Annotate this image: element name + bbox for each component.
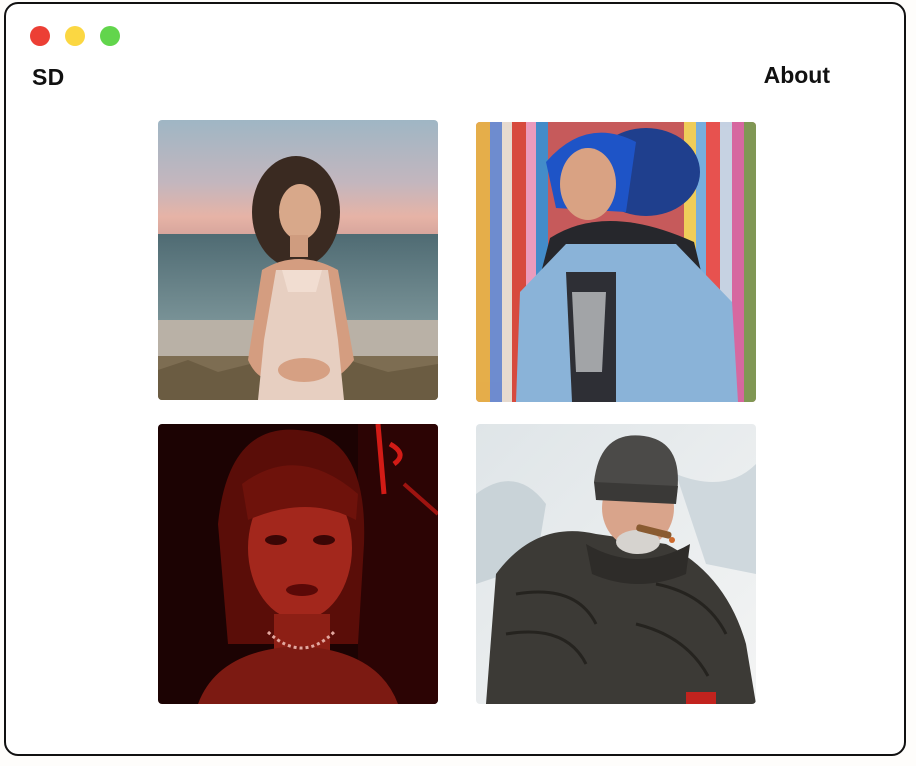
- winter-portrait-image: [476, 424, 756, 704]
- maximize-window-button[interactable]: [100, 26, 120, 46]
- minimize-window-button[interactable]: [65, 26, 85, 46]
- nav-about-link[interactable]: About: [764, 62, 830, 89]
- close-window-button[interactable]: [30, 26, 50, 46]
- gallery-photo-winter[interactable]: [476, 424, 756, 704]
- denim-portrait-image: [476, 122, 756, 402]
- gallery-photo-red[interactable]: [158, 424, 438, 704]
- app-window: SD About: [4, 2, 906, 756]
- site-logo[interactable]: SD: [32, 64, 65, 91]
- beach-portrait-image: [158, 120, 438, 400]
- gallery-photo-denim[interactable]: [476, 122, 756, 402]
- red-neon-portrait-image: [158, 424, 438, 704]
- gallery-photo-beach[interactable]: [158, 120, 438, 400]
- window-controls: [30, 26, 120, 46]
